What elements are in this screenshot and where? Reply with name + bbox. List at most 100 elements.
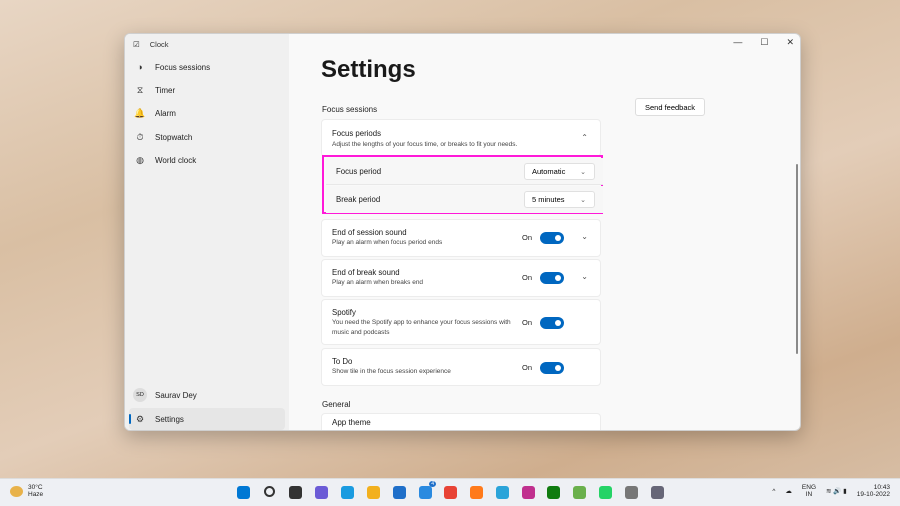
gear-icon: ⚙ — [135, 413, 145, 424]
sidebar-item-alarm[interactable]: 🔔 Alarm — [129, 102, 285, 124]
app-title-bar: ☑ Clock — [133, 40, 169, 49]
sidebar-item-label: Focus sessions — [155, 62, 211, 72]
toggle-state: On — [521, 273, 532, 282]
focus-period-dropdown[interactable]: Automatic ⌄ — [524, 163, 595, 180]
app-icon[interactable] — [522, 486, 535, 499]
settings-page: — ☐ ✕ Settings Send feedback Focus sessi… — [289, 34, 800, 430]
temperature: 30°C — [28, 484, 43, 491]
focus-period-label: Focus period — [336, 167, 382, 176]
mail-badge: 4 — [429, 481, 436, 487]
todo-row: To Do Show tile in the focus session exp… — [321, 348, 601, 386]
focus-period-row: Focus period Automatic ⌄ — [326, 158, 603, 185]
sidebar-item-settings[interactable]: ⚙ Settings — [129, 408, 285, 430]
end-of-session-sound-toggle[interactable] — [540, 232, 564, 244]
bell-icon: 🔔 — [134, 107, 146, 118]
date: 19-10-2022 — [856, 491, 890, 498]
sidebar-item-label: Timer — [155, 85, 176, 95]
page-title: Settings — [321, 56, 416, 83]
avatar: SD — [133, 388, 147, 402]
end-of-break-sound-toggle[interactable] — [540, 272, 564, 284]
weather-widget[interactable]: 30°C Haze — [10, 484, 43, 498]
user-name: Saurav Dey — [155, 390, 197, 400]
remote-desktop-icon[interactable] — [496, 486, 509, 499]
toggle-state: On — [521, 363, 532, 372]
app-theme-row[interactable]: App theme — [321, 413, 601, 430]
weather-condition: Haze — [28, 491, 44, 498]
close-button[interactable]: ✕ — [786, 37, 794, 48]
row-title: To Do — [332, 357, 353, 366]
break-period-dropdown[interactable]: 5 minutes ⌄ — [524, 191, 595, 208]
xbox-icon[interactable] — [547, 486, 560, 499]
row-desc: You need the Spotify app to enhance your… — [332, 319, 511, 336]
utorrent-icon[interactable] — [573, 486, 586, 499]
sidebar-item-stopwatch[interactable]: ⏱ Stopwatch — [129, 126, 285, 148]
break-period-row: Break period 5 minutes ⌄ — [326, 186, 603, 213]
focus-period-value: Automatic — [532, 167, 566, 176]
send-feedback-button[interactable]: Send feedback — [635, 98, 705, 116]
toggle-state: On — [521, 318, 532, 327]
settings-icon[interactable] — [651, 486, 664, 499]
system-tray: ^ ☁ ENG IN ≋ 🔊 ▮ 10:43 19-10-2022 — [772, 484, 890, 498]
break-period-label: Break period — [336, 195, 381, 204]
chevron-up-icon[interactable]: ⌃ — [581, 133, 588, 142]
chevron-down-icon[interactable]: ⌄ — [581, 272, 588, 281]
app-title: Clock — [149, 40, 169, 49]
section-focus-sessions: Focus sessions — [322, 105, 378, 114]
region: IN — [805, 491, 813, 498]
chevron-down-icon: ⌄ — [580, 168, 586, 176]
clock-app-icon: ☑ — [133, 40, 140, 49]
weather-icon — [10, 485, 23, 497]
whatsapp-icon[interactable] — [599, 486, 612, 499]
lang: ENG — [801, 484, 817, 491]
chrome-icon[interactable] — [444, 486, 457, 499]
todo-toggle[interactable] — [540, 362, 564, 374]
maximize-button[interactable]: ☐ — [760, 37, 768, 48]
section-general: General — [322, 400, 351, 409]
sidebar-item-label: World clock — [155, 155, 197, 165]
spotify-toggle[interactable] — [540, 317, 564, 329]
sidebar-item-world-clock[interactable]: ◍ World clock — [129, 149, 285, 171]
onedrive-icon[interactable]: ☁ — [785, 487, 792, 495]
clock[interactable]: 10:43 19-10-2022 — [857, 484, 890, 498]
task-view-icon[interactable] — [289, 486, 302, 499]
focus-periods-header[interactable]: Focus periods Adjust the lengths of your… — [321, 119, 601, 157]
sidebar-item-label: Stopwatch — [155, 132, 193, 142]
time: 10:43 — [873, 484, 890, 491]
end-of-break-sound-row: End of break sound Play an alarm when br… — [321, 259, 601, 297]
break-period-value: 5 minutes — [532, 195, 565, 204]
language-indicator[interactable]: ENG IN — [802, 484, 816, 498]
start-icon[interactable] — [237, 486, 250, 499]
focus-icon: ◑ — [137, 62, 143, 72]
row-title: App theme — [332, 418, 371, 427]
sidebar-item-timer[interactable]: ⧖ Timer — [129, 79, 285, 101]
highlight-box: Focus period Automatic ⌄ Break period 5 m… — [322, 155, 603, 214]
end-of-session-sound-row: End of session sound Play an alarm when … — [321, 219, 601, 257]
search-icon[interactable] — [264, 486, 275, 497]
store-icon[interactable] — [393, 486, 406, 499]
chevron-down-icon: ⌄ — [580, 196, 586, 204]
globe-icon: ◍ — [136, 154, 144, 165]
row-desc: Play an alarm when focus period ends — [332, 239, 443, 246]
edge-icon[interactable] — [341, 486, 354, 499]
minimize-button[interactable]: — — [733, 37, 742, 48]
wifi-icon[interactable]: ≋ 🔊 ▮ — [826, 487, 847, 495]
sidebar-item-label: Alarm — [155, 108, 176, 118]
chevron-down-icon[interactable]: ⌄ — [581, 232, 588, 241]
hourglass-icon: ⧖ — [136, 84, 144, 95]
file-explorer-icon[interactable] — [367, 486, 380, 499]
toggle-state: On — [521, 233, 532, 242]
user-account[interactable]: SD Saurav Dey — [129, 384, 285, 406]
clock-window: ☑ Clock ◑ Focus sessions ⧖ Timer 🔔 Alarm ⏱ St… — [124, 33, 801, 431]
spotify-row: Spotify You need the Spotify app to enha… — [321, 299, 601, 345]
row-title: Spotify — [332, 308, 356, 317]
sidebar-item-focus-sessions[interactable]: ◑ Focus sessions — [129, 56, 285, 78]
sidebar-item-label: Settings — [155, 414, 184, 424]
taskbar: 30°C Haze 4 ^ ☁ ENG IN ≋ 🔊 ▮ 10:43 19-10-20… — [0, 478, 900, 506]
clock-icon[interactable] — [625, 486, 638, 499]
firefox-icon[interactable] — [470, 486, 483, 499]
chevron-up-icon[interactable]: ^ — [772, 488, 775, 495]
sidebar: ☑ Clock ◑ Focus sessions ⧖ Timer 🔔 Alarm ⏱ St… — [125, 34, 289, 430]
mail-icon[interactable]: 4 — [419, 481, 436, 499]
scrollbar[interactable] — [796, 164, 798, 354]
teams-icon[interactable] — [315, 486, 328, 499]
